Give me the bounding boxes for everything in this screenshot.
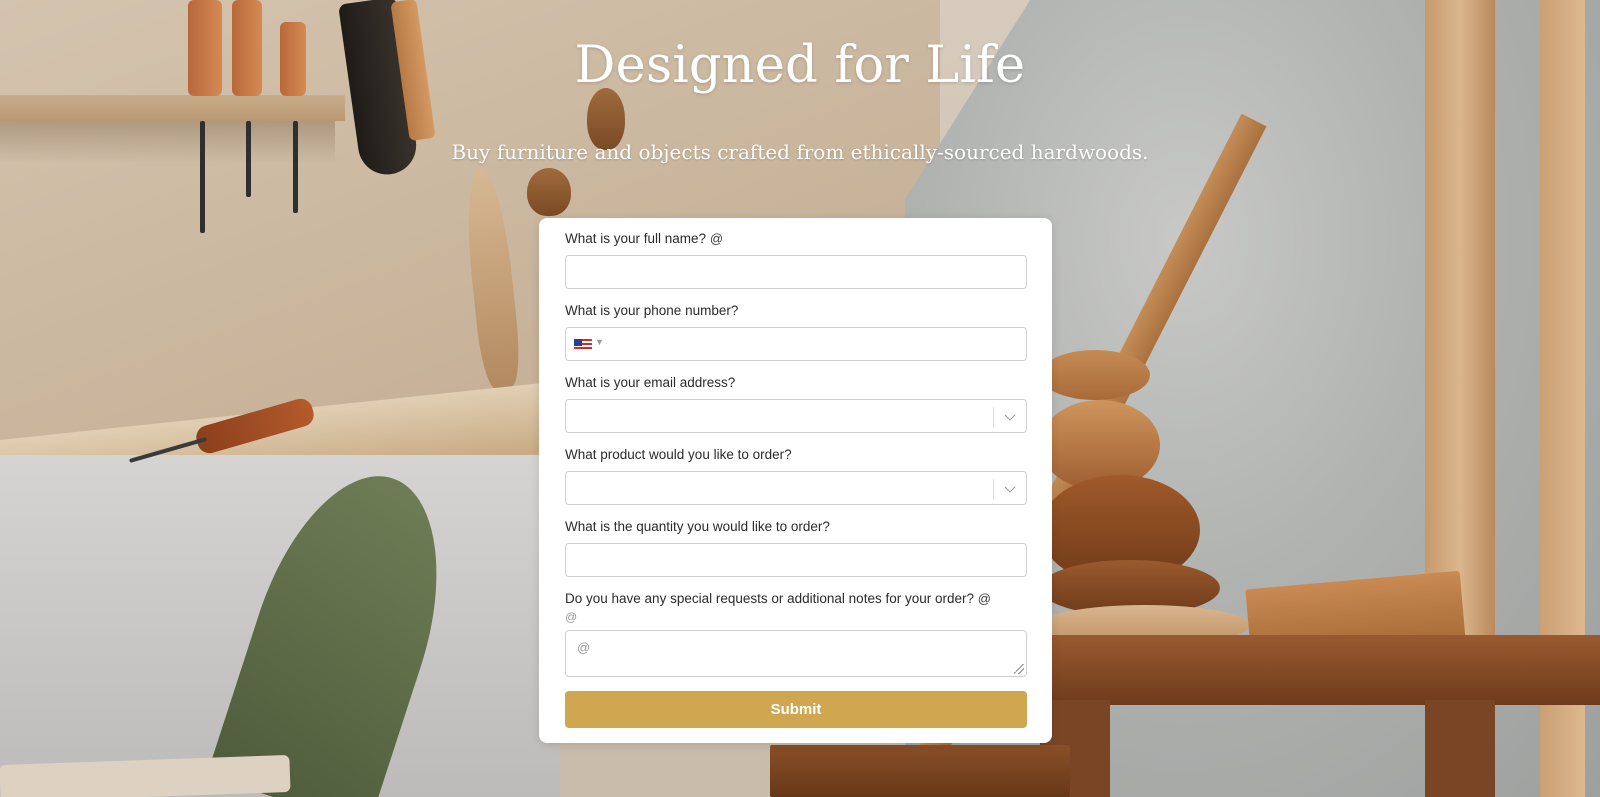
background-chisel-blade-1	[200, 121, 205, 233]
special-requests-label-text: Do you have any special requests or addi…	[565, 591, 974, 606]
product-chevron-down-icon[interactable]	[1004, 481, 1016, 493]
us-flag-icon[interactable]	[574, 339, 592, 351]
background-bench	[1030, 635, 1600, 705]
special-requests-hint: @	[565, 610, 578, 624]
submit-button[interactable]: Submit	[565, 691, 1027, 728]
background-bench-leg-2	[1425, 700, 1495, 797]
email-address-select[interactable]	[565, 399, 1027, 433]
special-requests-textarea[interactable]: @	[565, 630, 1027, 677]
background-tool-shelf	[0, 95, 345, 121]
special-requests-placeholder: @	[577, 640, 591, 655]
textarea-resize-handle[interactable]	[1014, 664, 1024, 674]
background-bench-left	[770, 745, 1070, 797]
quantity-input[interactable]	[565, 543, 1027, 577]
phone-number-label: What is your phone number?	[565, 303, 739, 318]
full-name-input[interactable]	[565, 255, 1027, 289]
phone-number-input[interactable]: ▼	[565, 327, 1027, 361]
full-name-label-mark: @	[709, 231, 724, 246]
product-label: What product would you like to order?	[565, 447, 792, 462]
email-select-divider	[993, 407, 994, 427]
background-bowl-stack-1	[1040, 350, 1150, 400]
quantity-label: What is the quantity you would like to o…	[565, 519, 830, 534]
hero-title: Designed for Life	[574, 36, 1026, 95]
order-form-card: What is your full name? @ What is your p…	[539, 218, 1052, 743]
product-select[interactable]	[565, 471, 1027, 505]
email-address-label: What is your email address?	[565, 375, 736, 390]
country-chevron-down-icon[interactable]: ▼	[595, 337, 604, 347]
hero-subtitle: Buy furniture and objects crafted from e…	[451, 140, 1149, 164]
background-spoon-2	[527, 168, 571, 216]
product-select-divider	[993, 479, 994, 499]
background-chisel-blade-3	[293, 121, 298, 213]
special-requests-label-mark: @	[977, 591, 991, 606]
full-name-label: What is your full name? @	[565, 230, 1027, 248]
email-chevron-down-icon[interactable]	[1004, 409, 1016, 421]
special-requests-label: Do you have any special requests or addi…	[565, 590, 1027, 608]
full-name-label-text: What is your full name?	[565, 231, 707, 246]
